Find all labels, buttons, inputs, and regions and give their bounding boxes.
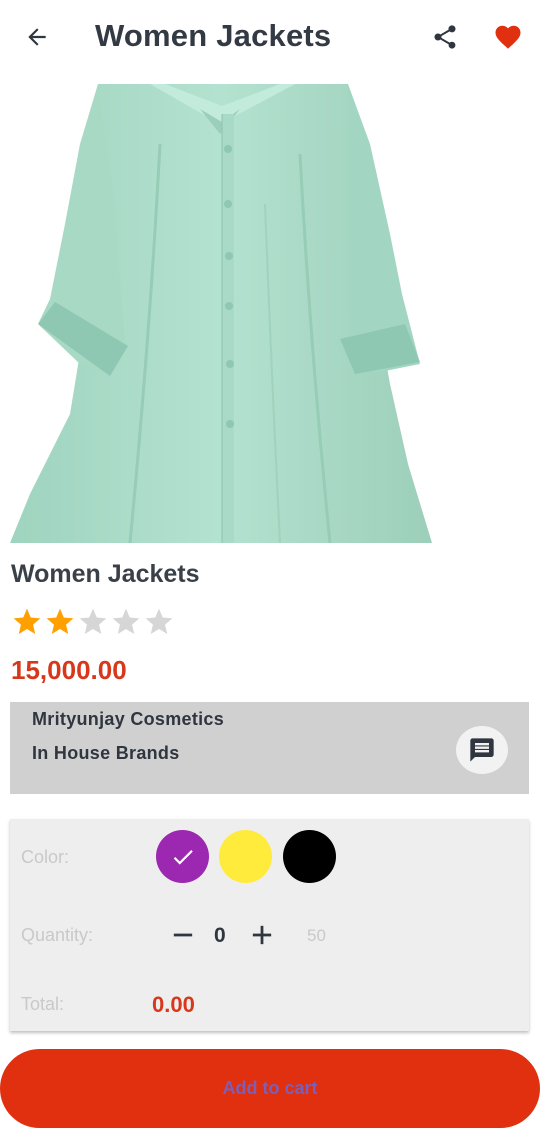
options-panel: Color: Quantity: 0 50 Total: 0.00 <box>10 819 529 1031</box>
product-name: Women Jackets <box>11 560 200 588</box>
star-filled-icon <box>13 608 41 634</box>
product-photo <box>10 84 432 543</box>
plus-icon <box>252 925 272 945</box>
chat-button[interactable] <box>456 726 508 774</box>
arrow-left-icon <box>28 28 46 46</box>
product-price: 15,000.00 <box>11 655 127 685</box>
page-title: Women Jackets <box>95 18 332 53</box>
app-bar: Women Jackets <box>0 0 540 76</box>
color-label: Color: <box>21 847 70 867</box>
share-icon <box>434 25 456 49</box>
add-to-cart-button[interactable]: Add to cart <box>0 1049 540 1128</box>
share-button[interactable] <box>428 20 462 54</box>
product-image[interactable] <box>10 84 432 543</box>
seller-name[interactable]: Mrityunjay Cosmetics <box>32 709 224 730</box>
star-empty-icon <box>112 608 140 634</box>
total-label: Total: <box>21 994 65 1014</box>
quantity-label: Quantity: <box>21 925 94 945</box>
color-swatch-yellow[interactable] <box>219 830 272 883</box>
color-swatch-black[interactable] <box>283 830 336 883</box>
add-to-cart-label: Add to cart <box>222 1078 318 1098</box>
back-button[interactable] <box>20 20 54 54</box>
quantity-value: 0 <box>214 924 226 947</box>
brand-name: In House Brands <box>32 743 180 763</box>
quantity-decrease-button[interactable] <box>171 921 195 949</box>
favorite-button[interactable] <box>491 20 525 54</box>
minus-icon <box>173 933 193 937</box>
star-empty-icon <box>79 608 107 634</box>
star-filled-icon <box>46 608 74 634</box>
star-empty-icon <box>145 608 173 634</box>
seller-card: Mrityunjay Cosmetics In House Brands <box>10 702 529 794</box>
chat-icon <box>470 738 494 762</box>
rating-stars <box>11 606 175 638</box>
color-swatch-purple[interactable] <box>156 830 209 883</box>
heart-icon <box>495 25 521 49</box>
quantity-increase-button[interactable] <box>250 921 274 949</box>
stock-count: 50 <box>307 926 326 945</box>
check-icon <box>173 849 193 865</box>
total-value: 0.00 <box>152 992 195 1017</box>
